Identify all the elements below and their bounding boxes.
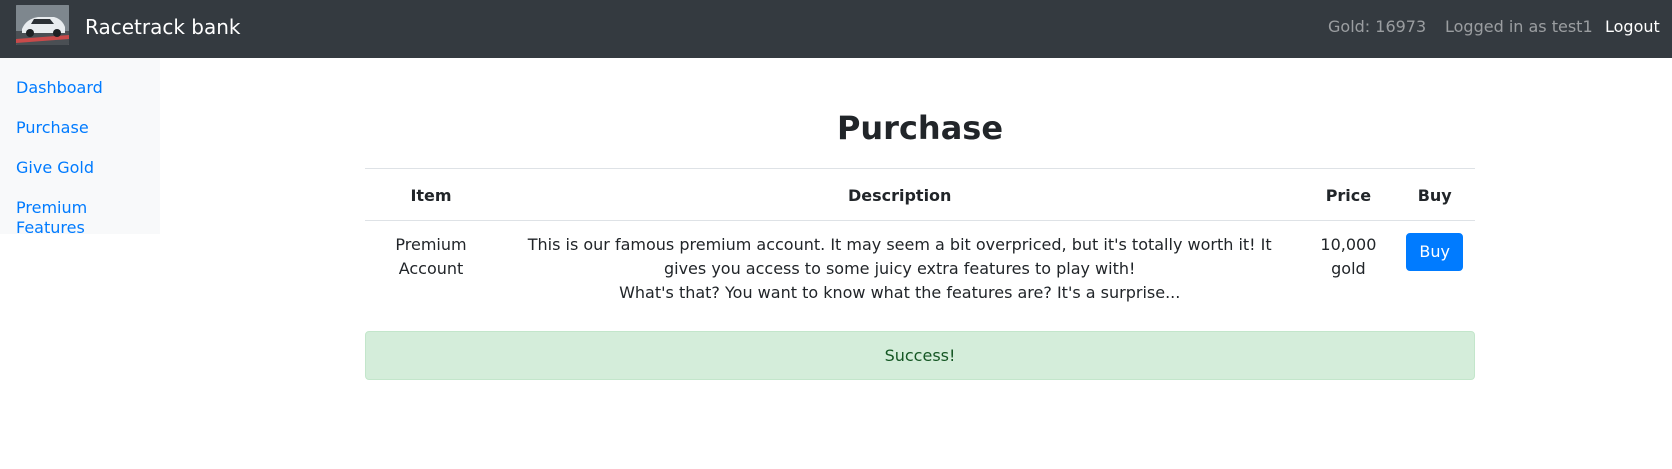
purchase-table: Item Description Price Buy Premium Accou… xyxy=(365,168,1475,317)
success-alert: Success! xyxy=(365,331,1475,380)
sidebar-item-purchase[interactable]: Purchase xyxy=(16,118,89,138)
gold-balance: Gold: 16973 xyxy=(1328,17,1427,36)
column-header-price: Price xyxy=(1302,168,1395,221)
brand-name[interactable]: Racetrack bank xyxy=(85,14,240,40)
table-row: Premium Account This is our famous premi… xyxy=(365,220,1475,317)
logged-in-user: Logged in as test1 xyxy=(1445,17,1593,36)
page-title: Purchase xyxy=(836,109,1004,147)
item-description: This is our famous premium account. It m… xyxy=(497,220,1303,317)
sidebar: Dashboard Purchase Give Gold Premium Fea… xyxy=(0,58,160,237)
logout-link[interactable]: Logout xyxy=(1605,17,1660,37)
description-teaser: What's that? You want to know what the f… xyxy=(619,283,1181,302)
column-header-item: Item xyxy=(365,168,497,221)
buy-cell: Buy xyxy=(1394,220,1475,317)
column-header-buy: Buy xyxy=(1394,168,1475,221)
race-car-logo[interactable] xyxy=(16,5,69,45)
sidebar-item-premium-features[interactable]: Premium Features xyxy=(16,198,160,238)
sidebar-item-dashboard[interactable]: Dashboard xyxy=(16,78,103,98)
buy-button[interactable]: Buy xyxy=(1406,233,1463,271)
top-navbar: Racetrack bank Gold: 16973 Logged in as … xyxy=(0,0,1672,58)
sidebar-item-give-gold[interactable]: Give Gold xyxy=(16,158,94,178)
column-header-description: Description xyxy=(497,168,1303,221)
item-price: 10,000 gold xyxy=(1302,220,1395,317)
table-header-row: Item Description Price Buy xyxy=(365,168,1475,221)
description-text: This is our famous premium account. It m… xyxy=(527,235,1272,278)
item-name: Premium Account xyxy=(365,220,497,317)
